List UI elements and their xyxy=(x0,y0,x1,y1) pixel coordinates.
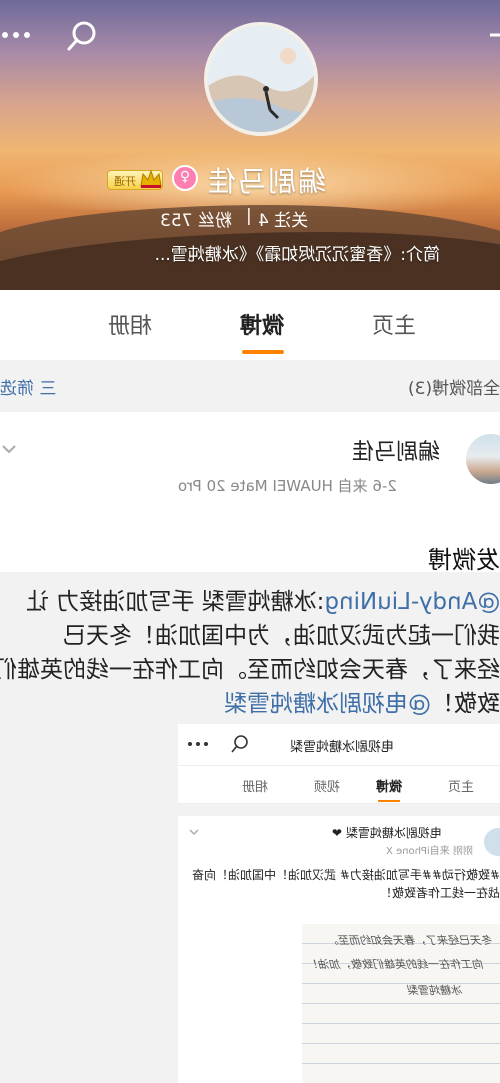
back-icon[interactable] xyxy=(486,20,500,50)
post-text-line: 经来了，春天会如约而至。向工作在一线的英雄们 xyxy=(0,657,500,683)
handwriting-line: 冬天已经来了，春天会如约而至。 xyxy=(328,934,493,947)
stats-separator: | xyxy=(246,206,252,226)
vip-badge-label: 开通 xyxy=(114,175,136,188)
embed-chevron-icon xyxy=(189,829,199,835)
gender-badge: ♀ xyxy=(172,165,198,191)
embed-username: 电视剧冰糖炖雪梨 ❤ xyxy=(332,826,442,840)
embed-avatar xyxy=(484,828,500,856)
profile-name-row: 开通 ♀ 编剧马佳 xyxy=(0,160,500,198)
post-repost-label: 发微博 xyxy=(428,546,500,574)
profile-tabs: 相册 微博 主页 xyxy=(0,290,500,360)
embed-tab-indicator xyxy=(378,800,400,802)
post-meta: 2-6 来自 HUAWEI Mate 20 Pro xyxy=(178,477,397,495)
embed-tab-home: 主页 xyxy=(448,780,475,795)
embed-tab-video: 视频 xyxy=(314,780,341,795)
post-author-avatar[interactable] xyxy=(466,434,500,484)
post-text-line: @Andy-LiuNing:冰糖炖雪梨 手写加油接力 让 xyxy=(26,582,500,616)
filter-button[interactable]: 三 筛选 xyxy=(0,374,56,399)
avatar-artwork-icon xyxy=(208,26,314,132)
chevron-down-icon[interactable] xyxy=(0,440,18,458)
post-image[interactable]: 电视剧冰糖炖雪梨 相册 视频 微博 主页 电视剧冰糖炖雪梨 ❤ 刚刚 来自iPh… xyxy=(178,724,500,1083)
embed-text: #致敬行动##手写加油接力# 武汉加油！中国加油！向奋 xyxy=(191,868,500,882)
more-icon[interactable] xyxy=(2,20,38,50)
embed-divider xyxy=(178,804,500,816)
profile-avatar[interactable] xyxy=(204,22,318,136)
following-count[interactable]: 关注 4 xyxy=(258,206,308,231)
embed-tab-album: 相册 xyxy=(242,780,269,795)
embed-tabs: 相册 视频 微博 主页 xyxy=(178,766,500,804)
vip-badge[interactable]: 开通 xyxy=(107,169,163,190)
embed-title: 电视剧冰糖炖雪梨 xyxy=(290,740,395,755)
handwriting-line: 冰糖炖雪梨 xyxy=(408,984,463,997)
followers-count[interactable]: 粉丝 753 xyxy=(160,206,232,231)
tab-home[interactable]: 主页 xyxy=(372,308,416,340)
profile-name: 编剧马佳 xyxy=(206,165,327,198)
post-card[interactable]: 编剧马佳 2-6 来自 HUAWEI Mate 20 Pro 发微博 xyxy=(0,412,500,574)
post-text-line: 致敬！@电视剧冰糖炖雪梨 xyxy=(224,684,500,718)
mention-link[interactable]: @Andy-LiuNing xyxy=(324,589,500,615)
profile-stats: 关注 4 | 粉丝 753 xyxy=(0,206,500,231)
post-text-fragment: :冰糖炖雪梨 手写加油接力 让 xyxy=(25,589,325,615)
tab-album[interactable]: 相册 xyxy=(108,308,152,340)
female-icon: ♀ xyxy=(179,169,191,185)
embed-tab-weibo: 微博 xyxy=(376,780,403,795)
handwriting-line: 向工作在一线的英雄们致敬，加油！ xyxy=(308,958,484,971)
post-body: @Andy-LiuNing:冰糖炖雪梨 手写加油接力 让 我们一起为武汉加油，为… xyxy=(0,572,500,1083)
embed-meta: 刚刚 来自iPhone X xyxy=(386,846,473,857)
crown-icon xyxy=(140,169,162,188)
mention-link[interactable]: @电视剧冰糖炖雪梨 xyxy=(224,691,431,717)
all-posts-count: 全部微博(3) xyxy=(407,379,500,399)
profile-cover: 开通 ♀ 编剧马佳 关注 4 | 粉丝 753 简介:《香蜜沉沉烬如霜》《冰糖炖… xyxy=(0,0,500,290)
post-text-line: 我们一起为武汉加油，为中国加油！冬天已 xyxy=(63,623,500,649)
search-icon[interactable] xyxy=(64,18,100,54)
embed-more-icon xyxy=(188,742,208,746)
active-tab-indicator xyxy=(242,350,284,354)
filter-bar: 三 筛选 全部微博(3) xyxy=(0,360,500,412)
post-text-fragment: 致敬！ xyxy=(431,691,500,717)
profile-bio[interactable]: 简介:《香蜜沉沉烬如霜》《冰糖炖雪... xyxy=(100,240,440,265)
tab-weibo[interactable]: 微博 xyxy=(240,308,284,340)
post-author-name[interactable]: 编剧马佳 xyxy=(352,434,440,466)
embed-text: 战在一线工作者致敬！ xyxy=(379,886,500,900)
embed-search-icon xyxy=(231,735,248,753)
embed-topbar: 电视剧冰糖炖雪梨 xyxy=(178,724,500,766)
